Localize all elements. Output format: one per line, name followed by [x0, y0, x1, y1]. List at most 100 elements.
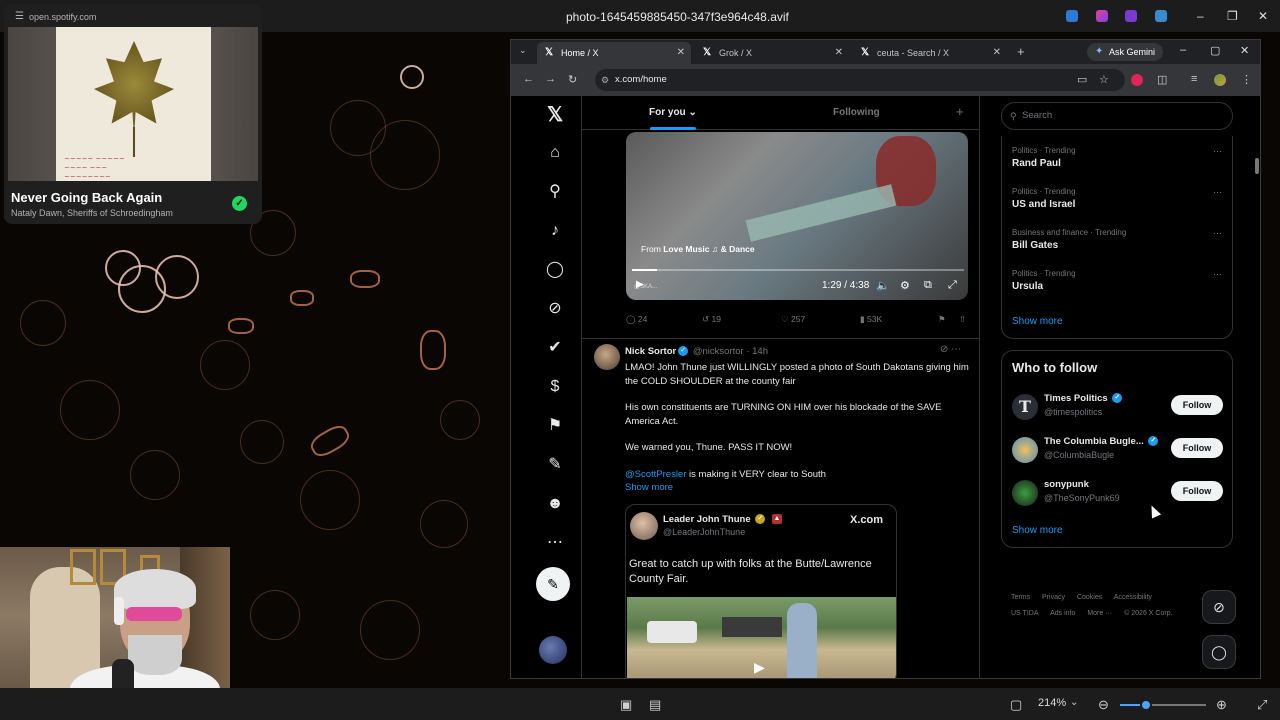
- mention-link[interactable]: @ScottPresler: [625, 469, 686, 480]
- more-options-icon[interactable]: ⋯: [1213, 228, 1222, 239]
- video-progress-track[interactable]: [632, 269, 964, 271]
- pip-icon[interactable]: ⧉: [924, 279, 932, 292]
- close-tab-icon[interactable]: ✕: [993, 42, 1001, 64]
- forward-icon[interactable]: →: [545, 73, 556, 85]
- zoom-out-icon[interactable]: ⊖: [1098, 697, 1109, 713]
- site-info-icon[interactable]: ⚙: [601, 69, 609, 91]
- follow-suggestion[interactable]: T Times Politics ✓ @timespolitics Follow: [1012, 391, 1226, 427]
- new-tab-icon[interactable]: +: [1017, 44, 1025, 59]
- author-avatar[interactable]: [594, 344, 620, 370]
- back-icon[interactable]: ←: [523, 73, 534, 85]
- album-art[interactable]: ~~~~~ ~~~~~ ~~~~ ~~~ ~~~~~~~~: [56, 27, 211, 181]
- money-icon[interactable]: $: [541, 373, 569, 401]
- menu-icon[interactable]: ☰: [15, 11, 24, 22]
- footer-accessibility-link[interactable]: Accessibility: [1114, 594, 1152, 601]
- zoom-level[interactable]: 214%: [1038, 697, 1066, 709]
- more-options-icon[interactable]: ⋯: [1213, 269, 1222, 280]
- fit-to-window-icon[interactable]: ▢: [1010, 697, 1022, 713]
- tab-ceuta-search[interactable]: 𝕏 ceuta - Search / X ✕: [853, 42, 1007, 64]
- tray-app-icon[interactable]: [1066, 10, 1078, 22]
- reload-icon[interactable]: ↻: [568, 73, 577, 86]
- play-icon[interactable]: ▶: [754, 659, 765, 676]
- follow-suggestion[interactable]: sonypunk @TheSonyPunk69 Follow: [1012, 477, 1226, 513]
- show-more-link[interactable]: Show more: [625, 481, 970, 495]
- ask-gemini-button[interactable]: ✦ Ask Gemini: [1087, 43, 1164, 61]
- track-artists[interactable]: Nataly Dawn, Sheriffs of Schroedingham: [11, 208, 173, 218]
- crop-icon[interactable]: ▣: [620, 697, 632, 713]
- repost-action[interactable]: ↺ 19: [702, 314, 721, 325]
- trend-item[interactable]: Politics · Trending US and Israel ⋯: [1012, 187, 1222, 210]
- grok-icon[interactable]: ⊘: [541, 295, 569, 323]
- profile-avatar[interactable]: [1214, 74, 1226, 86]
- volume-icon[interactable]: 🔈: [876, 279, 890, 292]
- trend-item[interactable]: Politics · Trending Rand Paul ⋯: [1012, 146, 1222, 169]
- close-icon[interactable]: ✕: [1258, 9, 1268, 23]
- more-options-icon[interactable]: ⋯: [1213, 187, 1222, 198]
- tray-app-icon[interactable]: [1155, 10, 1167, 22]
- profile-person-icon[interactable]: ☻: [541, 490, 569, 518]
- search-input[interactable]: ⚲ Search: [1001, 102, 1233, 130]
- more-options-icon[interactable]: ⋯: [1213, 146, 1222, 157]
- fullscreen-icon[interactable]: ⤢: [948, 279, 957, 292]
- bookmark-icon[interactable]: ⚑: [938, 314, 946, 325]
- video-source-attribution[interactable]: From Love Music ♫ & Dance: [641, 244, 755, 254]
- notifications-bell-icon[interactable]: ♪: [541, 217, 569, 245]
- play-icon[interactable]: ▶: [636, 279, 644, 290]
- messages-fab-icon[interactable]: ◯: [1202, 635, 1236, 669]
- follow-button[interactable]: Follow: [1171, 438, 1223, 458]
- more-options-icon[interactable]: ⊘ ⋯: [940, 344, 961, 355]
- minimize-icon[interactable]: –: [1180, 44, 1186, 56]
- bookmark-star-icon[interactable]: ☆: [1099, 73, 1109, 86]
- scrollbar-thumb[interactable]: [1255, 158, 1259, 174]
- track-title[interactable]: Never Going Back Again: [11, 190, 162, 205]
- tab-search-icon[interactable]: ⌄: [519, 45, 527, 56]
- tab-following[interactable]: Following: [833, 107, 880, 118]
- tab-home-x[interactable]: 𝕏 Home / X ✕: [537, 42, 691, 64]
- quote-author-name[interactable]: Leader John Thune ✓ ▲: [663, 514, 784, 525]
- expand-icon[interactable]: ⤢: [1257, 697, 1267, 713]
- footer-ads-info-link[interactable]: Ads info: [1050, 610, 1075, 617]
- more-options-icon[interactable]: ⋯: [541, 529, 569, 557]
- saved-check-icon[interactable]: ✓: [232, 196, 247, 211]
- quote-author-avatar[interactable]: [630, 512, 658, 540]
- footer-more-link[interactable]: More ···: [1087, 610, 1112, 617]
- bookmarks-icon[interactable]: ⚑: [541, 412, 569, 440]
- zoom-slider-thumb[interactable]: [1139, 699, 1152, 711]
- footer-ustida-link[interactable]: US TIDA: [1011, 610, 1039, 617]
- maximize-icon[interactable]: ❐: [1227, 9, 1238, 23]
- close-tab-icon[interactable]: ✕: [835, 42, 843, 64]
- who-to-follow-show-more-link[interactable]: Show more: [1012, 525, 1063, 536]
- messages-chat-icon[interactable]: ◯: [541, 256, 569, 284]
- quote-video-thumbnail[interactable]: ▶: [627, 597, 896, 678]
- suggestion-name[interactable]: Times Politics ✓: [1044, 393, 1124, 404]
- zoom-dropdown-chevron-icon[interactable]: ⌄: [1070, 697, 1078, 708]
- ocr-text-icon[interactable]: ▤: [649, 697, 661, 713]
- follow-suggestion[interactable]: The Columbia Bugle... ✓ @ColumbiaBugle F…: [1012, 434, 1226, 470]
- settings-gear-icon[interactable]: ⚙: [900, 279, 910, 292]
- tab-grok[interactable]: 𝕏 Grok / X ✕: [695, 42, 849, 64]
- home-icon[interactable]: ⌂: [541, 139, 569, 167]
- close-tab-icon[interactable]: ✕: [677, 42, 685, 64]
- footer-terms-link[interactable]: Terms: [1011, 594, 1030, 601]
- page-scrollbar[interactable]: [1254, 96, 1260, 678]
- tray-app-icon[interactable]: [1096, 10, 1108, 22]
- suggestion-avatar[interactable]: [1012, 437, 1038, 463]
- trends-show-more-link[interactable]: Show more: [1012, 316, 1063, 327]
- trend-item[interactable]: Business and finance · Trending Bill Gat…: [1012, 228, 1222, 251]
- quote-author-handle[interactable]: @LeaderJohnThune: [663, 527, 745, 537]
- video-player[interactable]: From Love Music ♫ & Dance @SKA... ▶ 1:29…: [626, 132, 968, 300]
- zoom-slider[interactable]: [1120, 699, 1206, 711]
- suggestion-avatar[interactable]: T: [1012, 394, 1038, 420]
- reply-action[interactable]: ◯ 24: [626, 314, 647, 325]
- close-icon[interactable]: ✕: [1240, 44, 1249, 57]
- suggestion-name[interactable]: The Columbia Bugle... ✓: [1044, 436, 1160, 447]
- author-handle[interactable]: @nicksortor: [693, 346, 744, 357]
- tray-app-icon[interactable]: [1125, 10, 1137, 22]
- tab-for-you[interactable]: For you ⌄: [649, 107, 697, 118]
- premium-check-icon[interactable]: ✔: [541, 334, 569, 362]
- grok-fab-icon[interactable]: ⊘: [1202, 590, 1236, 624]
- install-app-icon[interactable]: ▭: [1077, 73, 1087, 86]
- minimize-icon[interactable]: –: [1197, 9, 1204, 23]
- footer-cookies-link[interactable]: Cookies: [1077, 594, 1102, 601]
- add-feed-icon[interactable]: +: [956, 104, 964, 119]
